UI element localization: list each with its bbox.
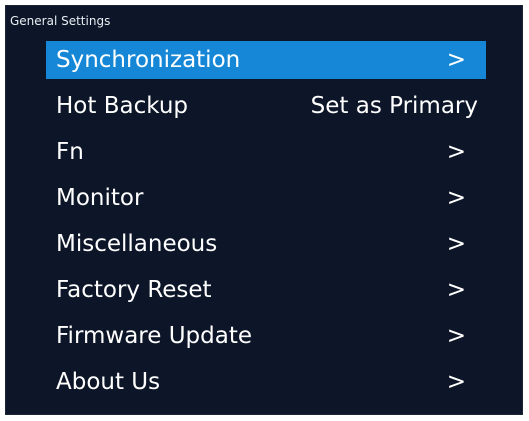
menu-item-label: Fn	[56, 139, 84, 165]
menu-item-monitor[interactable]: Monitor >	[46, 179, 486, 217]
menu-item-hot-backup[interactable]: Hot Backup Set as Primary	[46, 87, 486, 125]
chevron-right-icon: >	[446, 323, 466, 349]
menu-item-about-us[interactable]: About Us >	[46, 363, 486, 401]
chevron-right-icon: >	[446, 277, 466, 303]
menu-item-label: Factory Reset	[56, 277, 212, 303]
menu-item-firmware-update[interactable]: Firmware Update >	[46, 317, 486, 355]
chevron-right-icon: >	[446, 369, 466, 395]
menu-item-label: Synchronization	[56, 47, 241, 73]
chevron-right-icon: >	[446, 185, 466, 211]
menu-item-miscellaneous[interactable]: Miscellaneous >	[46, 225, 486, 263]
chevron-right-icon: >	[446, 231, 466, 257]
menu-item-label: Hot Backup	[56, 93, 189, 119]
menu-item-label: Miscellaneous	[56, 231, 218, 257]
menu-item-label: Firmware Update	[56, 323, 253, 349]
hot-backup-value: Set as Primary	[310, 93, 478, 119]
chevron-right-icon: >	[446, 139, 466, 165]
settings-screen: General Settings Synchronization > Hot B…	[5, 5, 523, 415]
menu-item-factory-reset[interactable]: Factory Reset >	[46, 271, 486, 309]
menu-item-label: About Us	[56, 369, 161, 395]
screen-title: General Settings	[10, 14, 111, 28]
menu-item-label: Monitor	[56, 185, 144, 211]
settings-menu: Synchronization > Hot Backup Set as Prim…	[46, 41, 486, 409]
menu-item-synchronization[interactable]: Synchronization >	[46, 41, 486, 79]
chevron-right-icon: >	[446, 47, 466, 73]
menu-item-fn[interactable]: Fn >	[46, 133, 486, 171]
